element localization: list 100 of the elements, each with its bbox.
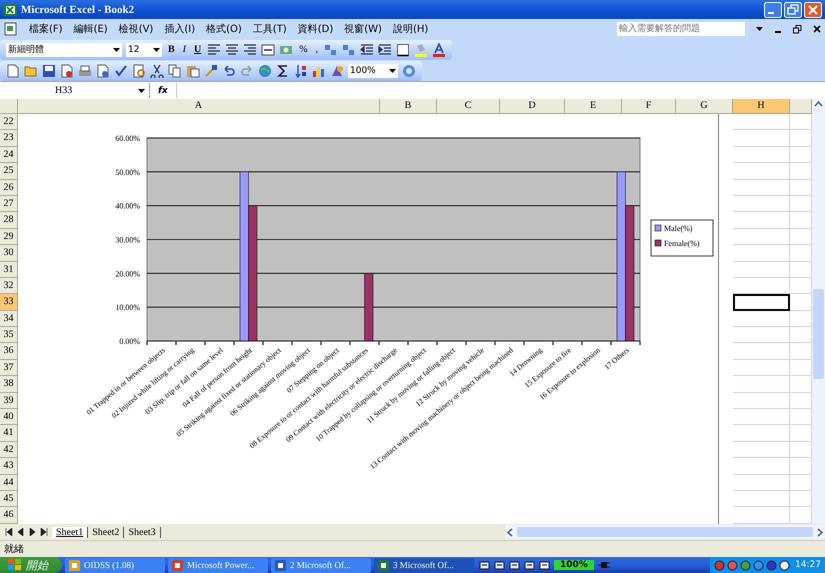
fill-color-icon[interactable] [414,42,428,56]
grid-cell[interactable] [733,146,790,164]
dropdown-arrow-icon[interactable] [756,27,763,31]
column-header[interactable]: E [565,99,622,114]
name-box[interactable]: H33 [0,83,150,98]
row-header[interactable]: 40 [0,409,18,426]
function-label[interactable]: fx [150,86,176,96]
grid-cell[interactable] [733,392,790,410]
menu-item[interactable]: 格式(O) [206,22,242,36]
cut-icon[interactable] [150,64,164,78]
align-center-icon[interactable] [225,42,240,56]
align-right-icon[interactable] [243,42,258,56]
row-header[interactable]: 44 [0,474,18,491]
row-header[interactable]: 27 [0,196,18,212]
menu-item[interactable]: 說明(H) [392,22,428,36]
tray-icon[interactable] [779,560,790,570]
grid-cell[interactable] [733,343,790,360]
grid-cell[interactable] [733,228,790,246]
grid-cell[interactable] [733,196,790,212]
decrease-indent-icon[interactable] [360,42,374,56]
grid-cell[interactable] [733,180,790,196]
row-header[interactable]: 32 [0,278,18,294]
column-header[interactable]: B [380,99,437,114]
align-left-icon[interactable] [207,42,222,56]
scroll-left-icon[interactable] [505,526,515,538]
help-search-field[interactable]: 輸入需要解答的問題 [617,22,745,36]
start-button[interactable]: 開始 [0,557,62,573]
menu-item[interactable]: 檔案(F) [29,22,63,36]
row-header[interactable]: 28 [0,212,18,229]
horizontal-scrollbar[interactable] [505,525,825,539]
row-header[interactable]: 42 [0,442,18,458]
grid-cell[interactable] [733,278,790,294]
close-icon[interactable] [813,25,821,33]
print-icon[interactable] [78,64,92,78]
spelling-icon[interactable] [114,64,128,78]
scroll-up-icon[interactable] [813,99,824,109]
row-header[interactable]: 29 [0,228,18,246]
save-icon[interactable] [42,64,56,78]
dropdown-arrow-icon[interactable] [113,48,120,52]
grid-cell[interactable] [733,474,790,491]
drawing-icon[interactable] [330,64,344,78]
column-header[interactable]: H [733,99,790,114]
copy-icon[interactable] [168,64,182,78]
font-style-button[interactable]: B [166,44,177,55]
grid-cell[interactable] [733,245,790,262]
scroll-right-icon[interactable] [815,526,825,538]
column-header[interactable]: D [500,99,565,114]
document-icon[interactable] [4,22,18,36]
column-header[interactable]: C [437,99,500,114]
select-all-button[interactable] [0,99,18,114]
grid-cell[interactable] [733,360,790,376]
grid-cell[interactable] [733,376,790,393]
column-header[interactable]: F [622,99,676,114]
scroll-thumb[interactable] [813,289,824,379]
permission-icon[interactable] [60,64,74,78]
font-style-button[interactable]: I [180,44,188,55]
dropdown-arrow-icon[interactable] [138,88,145,92]
paste-icon[interactable] [186,64,200,78]
font-style-button[interactable]: U [192,44,204,55]
scroll-first-icon[interactable] [4,528,13,536]
sheet-tab[interactable]: Sheet1 [52,526,88,538]
taskbar-button[interactable]: 3 Microsoft Of... [374,558,474,572]
autosum-icon[interactable] [276,64,290,78]
menu-item[interactable]: 視窗(W) [344,22,382,36]
scroll-prev-icon[interactable] [16,528,25,536]
taskbar-button[interactable]: OIDSS (1.08) [65,558,165,572]
menu-item[interactable]: 資料(D) [298,22,334,36]
menu-item[interactable]: 檢視(V) [118,22,154,36]
row-header[interactable]: 24 [0,146,18,164]
row-header[interactable]: 31 [0,262,18,278]
restore-icon[interactable] [793,24,802,34]
sort-icon[interactable] [294,64,308,78]
row-header[interactable]: 39 [0,392,18,410]
row-header[interactable]: 33 [0,294,18,311]
scroll-thumb[interactable] [517,527,813,537]
undo-icon[interactable] [222,64,236,78]
folder-icon[interactable] [24,64,38,78]
sheet-tab[interactable]: Sheet2 [88,526,124,538]
grid-cell[interactable] [733,114,790,130]
font-color-icon[interactable] [432,42,446,56]
borders-icon[interactable] [396,42,410,56]
menu-item[interactable]: 工具(T) [252,22,287,36]
row-header[interactable]: 43 [0,458,18,475]
increase-decimal-icon[interactable] [324,42,338,56]
dropdown-arrow-icon[interactable] [389,68,396,72]
row-header[interactable]: 30 [0,245,18,262]
grid-cell[interactable] [733,262,790,278]
vertical-scrollbar[interactable] [812,99,825,524]
increase-indent-icon[interactable] [378,42,392,56]
row-header[interactable]: 37 [0,360,18,376]
grid-cell[interactable] [733,425,790,442]
grid-cell[interactable] [733,130,790,147]
menu-item[interactable]: 編輯(E) [74,22,108,36]
zoom-field[interactable]: 100% [348,64,398,78]
grid-cell[interactable] [733,442,790,458]
menu-item[interactable]: 插入(I) [164,22,196,36]
research-icon[interactable] [132,64,146,78]
taskbar-button[interactable]: Microsoft Power... [168,558,268,572]
row-header[interactable]: 35 [0,327,18,344]
row-header[interactable]: 36 [0,343,18,360]
